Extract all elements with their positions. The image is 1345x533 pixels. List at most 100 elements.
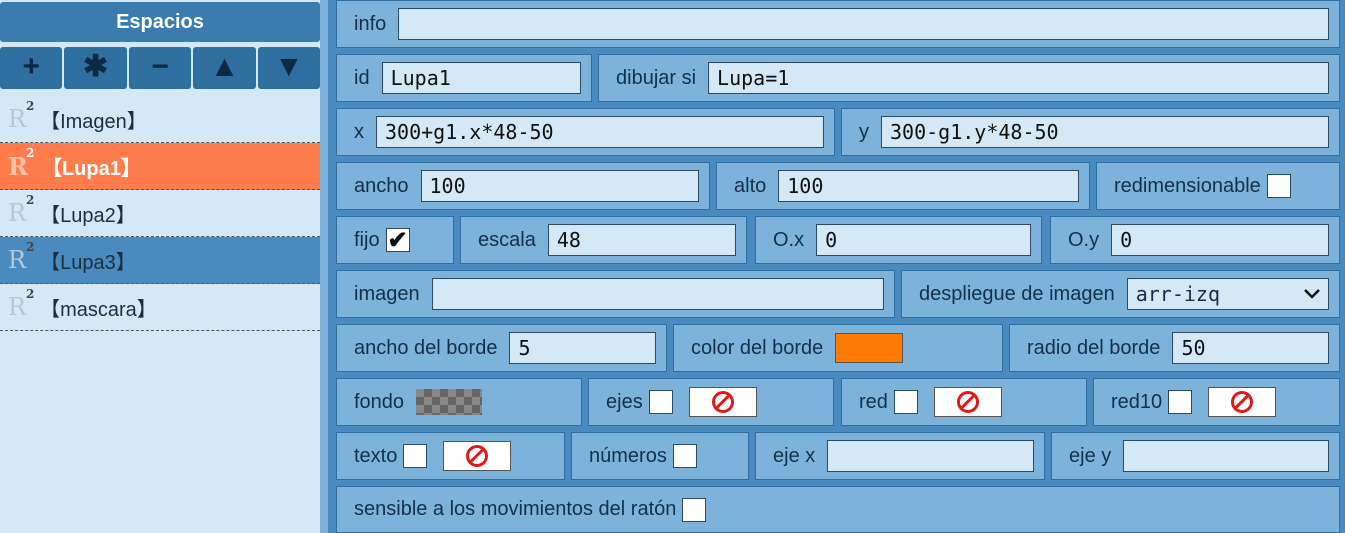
- dibujar-si-label: dibujar si: [616, 66, 697, 89]
- alto-cell: alto 100: [716, 162, 1090, 210]
- space-item-label: 【Lupa3】: [40, 251, 136, 274]
- r2-icon: R2: [8, 287, 35, 321]
- sensible-cell: sensible a los movimientos del ratón: [336, 486, 1340, 533]
- despliegue-value: arr-izq: [1135, 282, 1220, 306]
- numeros-checkbox[interactable]: [672, 444, 697, 468]
- sensible-label: sensible a los movimientos del ratón: [354, 498, 677, 520]
- copy-space-button[interactable]: ✱: [64, 47, 127, 89]
- ox-label: O.x: [773, 228, 805, 251]
- color-borde-swatch[interactable]: [835, 333, 904, 363]
- r2-icon: R2: [8, 145, 35, 181]
- eje-x-label: eje x: [773, 444, 816, 467]
- id-input[interactable]: Lupa1: [381, 62, 581, 94]
- id-cell: id Lupa1: [336, 54, 592, 102]
- ox-input[interactable]: 0: [816, 224, 1031, 256]
- space-item-label: 【mascara】: [40, 298, 157, 321]
- ejes-cell: ejes: [588, 378, 834, 426]
- eje-y-cell: eje y: [1051, 432, 1340, 480]
- properties-panel: info id Lupa1 dibujar si Lupa=1 x 300+g1…: [328, 0, 1345, 533]
- move-up-button[interactable]: ▲: [193, 47, 256, 89]
- space-list: R2 【Imagen】 R2 【Lupa1】 R2 【Lupa2】 R2 【Lu…: [0, 96, 320, 331]
- space-item-label: 【Lupa1】: [41, 157, 141, 180]
- space-item-lupa2[interactable]: R2 【Lupa2】: [0, 190, 320, 237]
- numeros-label: números: [589, 444, 667, 467]
- fondo-label: fondo: [354, 390, 405, 413]
- eje-x-input[interactable]: [827, 440, 1034, 472]
- eje-x-cell: eje x: [755, 432, 1045, 480]
- fijo-label: fijo: [354, 228, 380, 251]
- red10-color-button[interactable]: [1208, 387, 1277, 417]
- r2-icon: R2: [8, 99, 35, 133]
- redimensionable-cell: redimensionable: [1096, 162, 1340, 210]
- y-cell: y 300-g1.y*48-50: [841, 108, 1340, 156]
- space-item-label: 【Lupa2】: [40, 204, 136, 227]
- red-color-button[interactable]: [933, 387, 1002, 417]
- no-color-icon: [466, 445, 489, 467]
- fondo-cell: fondo: [336, 378, 582, 426]
- ancho-borde-input[interactable]: 5: [509, 332, 656, 364]
- ox-cell: O.x 0: [755, 216, 1042, 264]
- dibujar-si-input[interactable]: Lupa=1: [708, 62, 1329, 94]
- fijo-checkbox[interactable]: ✔: [385, 227, 410, 254]
- move-down-button[interactable]: ▼: [257, 47, 321, 89]
- despliegue-select[interactable]: arr-izq: [1126, 278, 1329, 310]
- alto-input[interactable]: 100: [778, 170, 1079, 202]
- eje-y-input[interactable]: [1123, 440, 1329, 472]
- x-cell: x 300+g1.x*48-50: [336, 108, 835, 156]
- add-space-button[interactable]: +: [0, 47, 63, 89]
- info-input[interactable]: [398, 8, 1329, 40]
- space-item-mascara[interactable]: R2 【mascara】: [0, 284, 320, 331]
- sidebar-title: Espacios: [0, 2, 320, 42]
- escala-label: escala: [478, 228, 536, 251]
- alto-label: alto: [734, 174, 767, 197]
- ejes-label: ejes: [606, 390, 643, 413]
- r2-icon: R2: [8, 193, 35, 227]
- ejes-checkbox[interactable]: [648, 390, 673, 414]
- sensible-checkbox[interactable]: [682, 497, 707, 522]
- escala-input[interactable]: 48: [547, 224, 736, 256]
- space-item-lupa3[interactable]: R2 【Lupa3】: [0, 237, 320, 284]
- spaces-toolbar: + ✱ − ▲ ▼: [0, 47, 321, 89]
- panel-divider[interactable]: [320, 0, 328, 533]
- imagen-input[interactable]: [431, 278, 884, 310]
- texto-color-button[interactable]: [443, 441, 512, 471]
- ancho-label: ancho: [354, 174, 409, 197]
- space-item-lupa1[interactable]: R2 【Lupa1】: [0, 143, 320, 190]
- fondo-transparent-swatch[interactable]: [416, 389, 483, 415]
- radio-borde-cell: radio del borde 50: [1009, 324, 1340, 372]
- red-checkbox[interactable]: [893, 390, 918, 414]
- ancho-cell: ancho 100: [336, 162, 710, 210]
- x-label: x: [354, 120, 364, 143]
- oy-input[interactable]: 0: [1111, 224, 1329, 256]
- texto-label: texto: [354, 444, 398, 467]
- space-item-imagen[interactable]: R2 【Imagen】: [0, 96, 320, 143]
- redimensionable-checkbox[interactable]: [1266, 174, 1291, 198]
- delete-space-button[interactable]: −: [128, 47, 192, 89]
- imagen-label: imagen: [354, 282, 420, 305]
- imagen-cell: imagen: [336, 270, 895, 318]
- ancho-borde-cell: ancho del borde 5: [336, 324, 667, 372]
- red10-label: red10: [1111, 390, 1163, 413]
- info-cell: info: [336, 0, 1340, 48]
- ejes-color-button[interactable]: [688, 387, 757, 417]
- y-input[interactable]: 300-g1.y*48-50: [881, 116, 1329, 148]
- eje-y-label: eje y: [1069, 444, 1112, 467]
- ancho-borde-label: ancho del borde: [354, 336, 498, 359]
- radio-borde-input[interactable]: 50: [1172, 332, 1329, 364]
- x-input[interactable]: 300+g1.x*48-50: [376, 116, 824, 148]
- color-borde-cell: color del borde: [673, 324, 1003, 372]
- texto-cell: texto: [336, 432, 565, 480]
- red10-checkbox[interactable]: [1168, 390, 1193, 414]
- ancho-input[interactable]: 100: [420, 170, 699, 202]
- no-color-icon: [956, 391, 979, 413]
- color-borde-label: color del borde: [691, 336, 824, 359]
- space-item-label: 【Imagen】: [40, 110, 147, 133]
- numeros-cell: números: [571, 432, 749, 480]
- chevron-down-icon: [1304, 289, 1320, 299]
- red-cell: red: [841, 378, 1087, 426]
- no-color-icon: [1231, 391, 1254, 413]
- oy-label: O.y: [1068, 228, 1100, 251]
- texto-checkbox[interactable]: [403, 444, 428, 468]
- no-color-icon: [711, 391, 734, 413]
- despliegue-label: despliegue de imagen: [919, 282, 1115, 305]
